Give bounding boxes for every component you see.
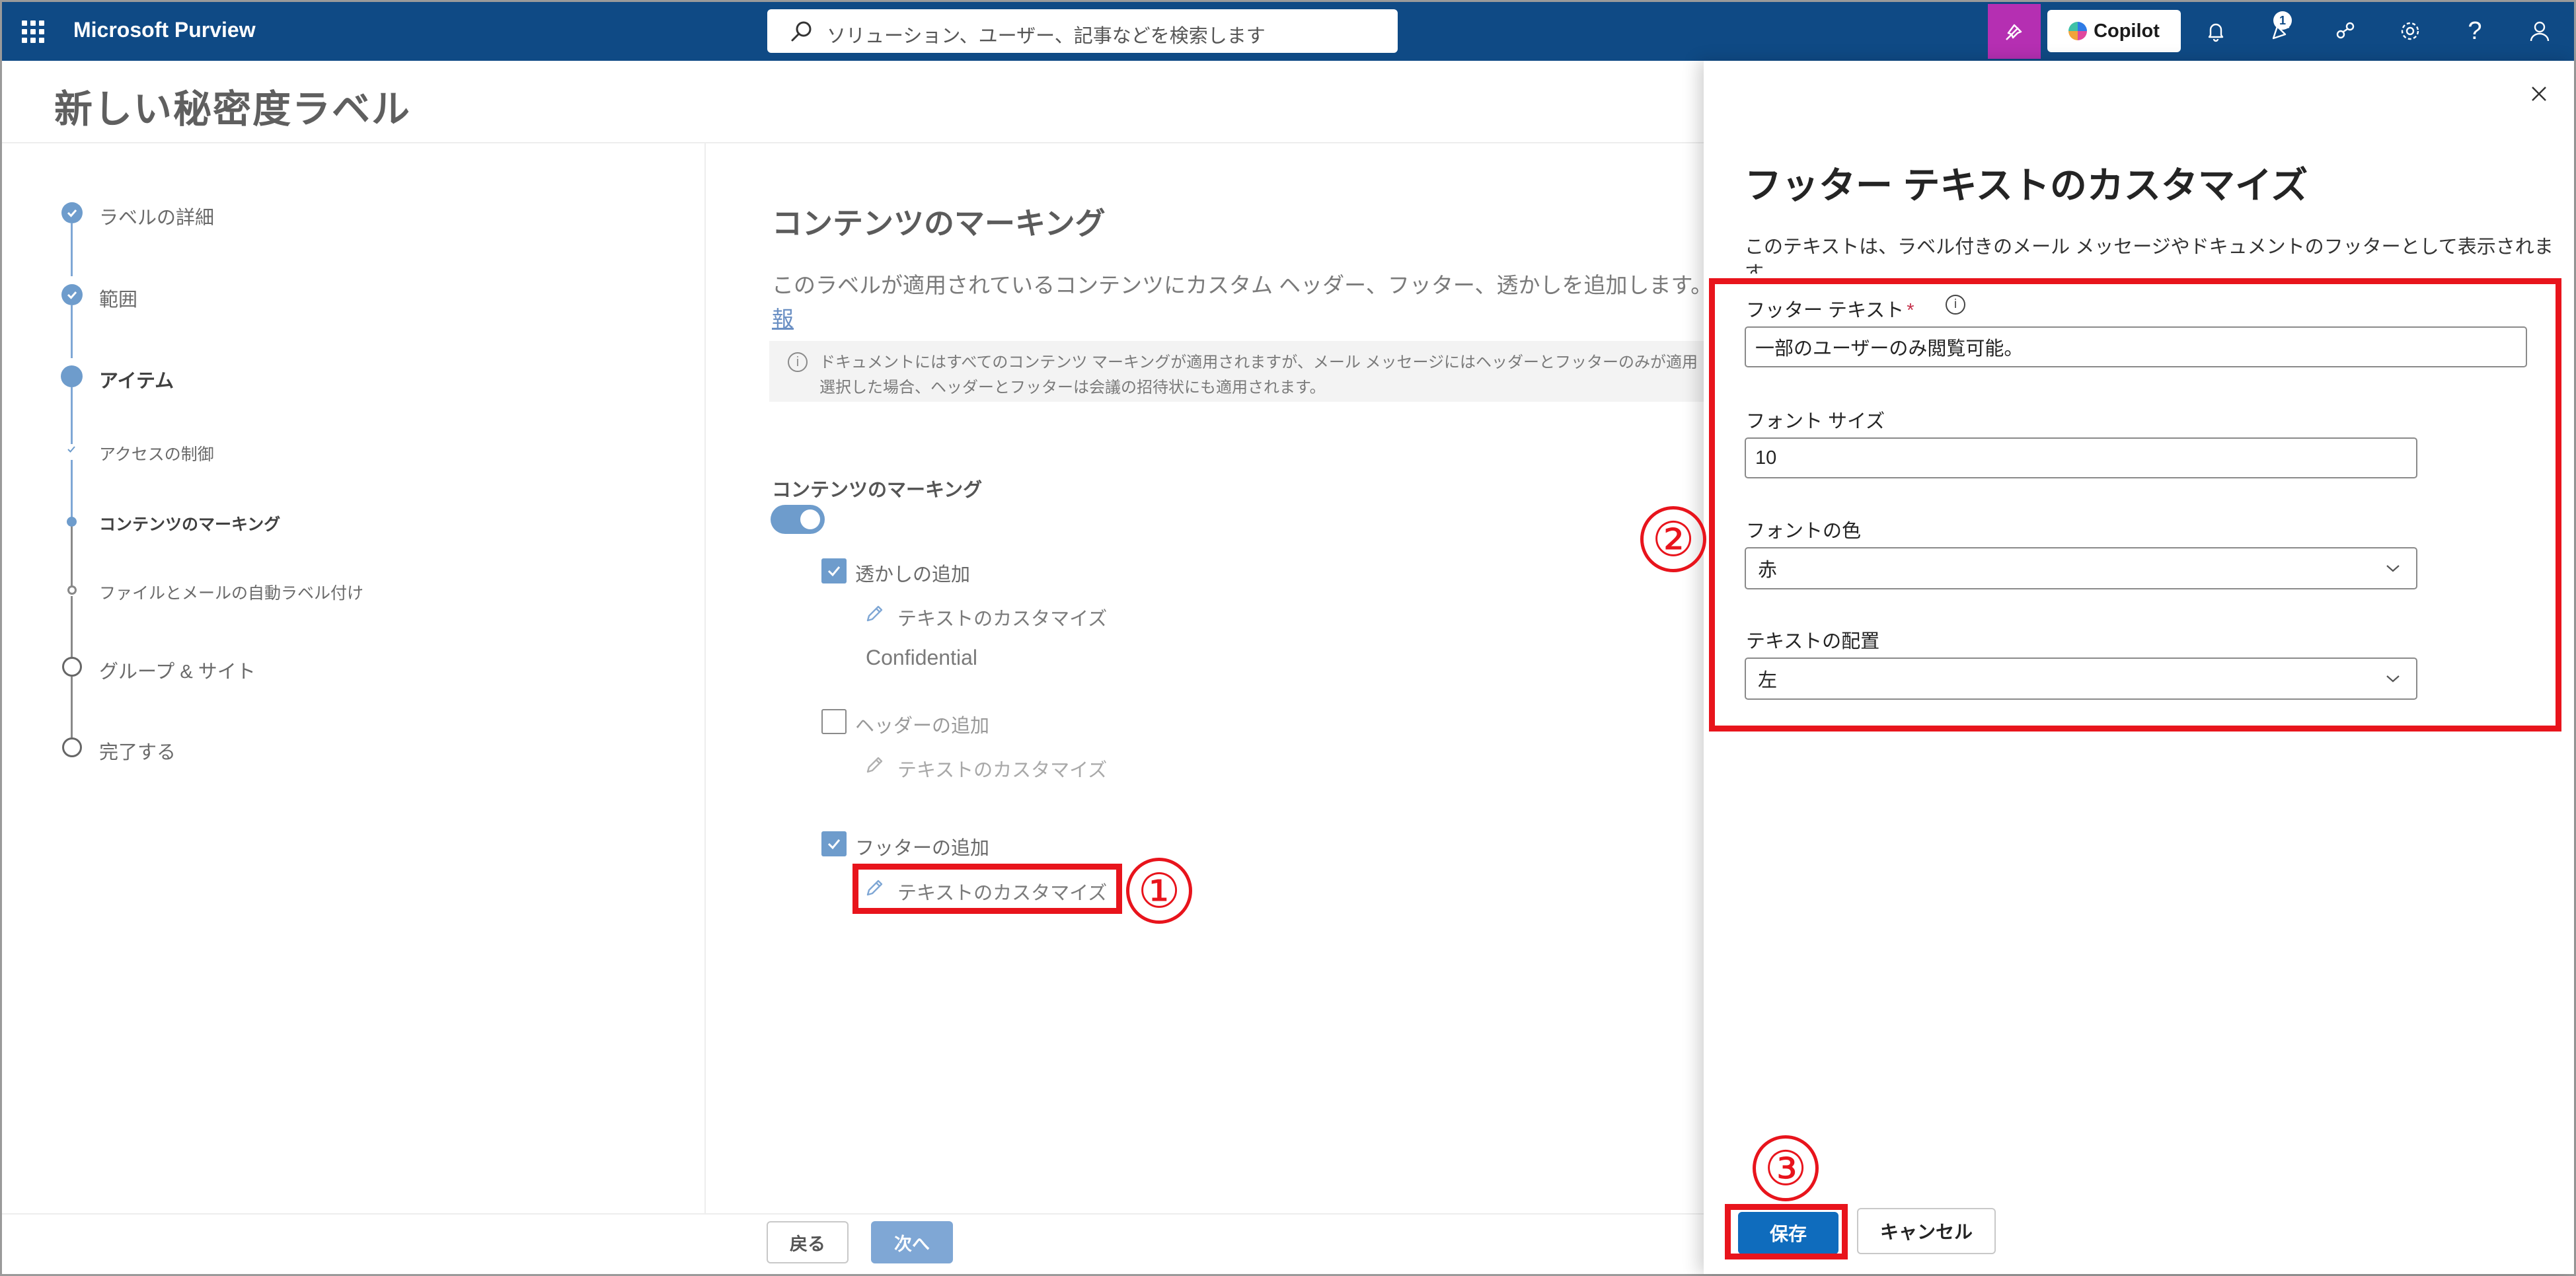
step-label-auto-labeling[interactable]: ファイルとメールの自動ラベル付け <box>99 580 363 604</box>
annotation-marker-3: ③ <box>1753 1135 1819 1201</box>
header-label: ヘッダーの追加 <box>855 716 990 737</box>
info-message-bar: i ドキュメントにはすべてのコンテンツ マーキングが適用されますが、メール メッ… <box>769 341 1704 402</box>
info-text-line-2: 選択した場合、ヘッダーとフッターは会議の招待状にも適用されます。 <box>819 379 1326 396</box>
panel-title: フッター テキストのカスタマイズ <box>1745 165 2308 206</box>
share-icon[interactable] <box>2330 15 2361 47</box>
search-box[interactable]: ソリューション、ユーザー、記事などを検索します <box>767 9 1398 53</box>
step-connector <box>71 526 73 587</box>
copilot-icon <box>2068 22 2088 40</box>
watermark-label: 透かしの追加 <box>855 564 971 585</box>
footer-divider <box>2 1213 1704 1215</box>
cancel-button[interactable]: キャンセル <box>1857 1208 1996 1254</box>
top-bar: Microsoft Purview ソリューション、ユーザー、記事などを検索しま… <box>2 2 2574 61</box>
close-icon[interactable] <box>2526 81 2552 107</box>
info-icon: i <box>788 352 808 372</box>
account-icon[interactable] <box>2524 15 2556 47</box>
copilot-label: Copilot <box>2094 20 2160 42</box>
content-marking-toggle-label: コンテンツのマーキング <box>772 480 983 501</box>
step-current-icon <box>61 365 83 387</box>
step-label-access-control[interactable]: アクセスの制御 <box>99 441 214 465</box>
footer-label: フッターの追加 <box>855 838 990 859</box>
step-label-details[interactable]: ラベルの詳細 <box>99 202 214 230</box>
page-title: 新しい秘密度ラベル <box>54 88 412 131</box>
step-complete-icon <box>61 202 83 223</box>
pin-icon-tile[interactable] <box>1988 4 2041 59</box>
step-pending-icon <box>62 737 82 757</box>
step-label-items[interactable]: アイテム <box>99 365 174 393</box>
step-connector <box>71 460 73 518</box>
step-connector <box>71 223 73 276</box>
section-heading: コンテンツのマーキング <box>772 206 1106 241</box>
info-text-line-1: ドキュメントにはすべてのコンテンツ マーキングが適用されますが、メール メッセー… <box>819 354 1698 371</box>
bell-icon[interactable] <box>2200 15 2232 47</box>
step-connector <box>71 677 73 737</box>
help-icon[interactable]: ? <box>2459 15 2491 47</box>
app-launcher-icon[interactable] <box>22 20 44 43</box>
step-label-finish[interactable]: 完了する <box>99 737 176 765</box>
panel-description: このテキストは、ラベル付きのメール メッセージやドキュメントのフッターとして表示… <box>1745 237 2554 258</box>
gear-icon[interactable] <box>2394 15 2426 47</box>
pencil-icon <box>866 605 883 622</box>
next-button[interactable]: 次へ <box>871 1221 953 1263</box>
stepper-divider <box>704 143 706 1214</box>
step-connector <box>71 387 73 444</box>
watermark-checkbox[interactable] <box>821 558 847 583</box>
annotation-marker-1: ① <box>1126 858 1192 924</box>
footer-checkbox[interactable] <box>821 831 847 856</box>
notification-badge: 1 <box>2273 11 2292 30</box>
watermark-text-value: Confidential <box>866 646 977 669</box>
step-label-scope[interactable]: 範囲 <box>99 284 137 312</box>
content-marking-toggle[interactable] <box>771 505 825 534</box>
step-pending-icon <box>62 657 82 677</box>
substep-current-icon <box>67 517 77 527</box>
copilot-button[interactable]: Copilot <box>2047 10 2181 52</box>
learn-more-link[interactable]: 報 <box>772 301 794 333</box>
step-label-content-marking[interactable]: コンテンツのマーキング <box>99 511 280 535</box>
search-placeholder: ソリューション、ユーザー、記事などを検索します <box>827 26 1266 47</box>
annotation-box-2 <box>1709 278 2561 732</box>
step-connector <box>71 305 73 358</box>
header-customize-link: テキストのカスタマイズ <box>897 760 1108 781</box>
pencil-icon <box>866 757 883 773</box>
substep-check-icon <box>66 444 77 455</box>
app-title[interactable]: Microsoft Purview <box>73 18 256 42</box>
watermark-customize-link[interactable]: テキストのカスタマイズ <box>897 603 1107 631</box>
annotation-box-3 <box>1725 1204 1848 1259</box>
header-checkbox[interactable] <box>821 709 847 734</box>
step-connector <box>71 596 73 657</box>
step-complete-icon <box>61 284 83 305</box>
title-divider <box>2 142 1704 143</box>
annotation-marker-2: ② <box>1640 506 1706 572</box>
section-description: このラベルが適用されているコンテンツにカスタム ヘッダー、フッター、透かしを追加… <box>772 273 1713 297</box>
substep-pending-icon <box>67 585 77 595</box>
search-icon <box>791 21 812 42</box>
panel-description-continued: す。 <box>1745 263 1782 274</box>
annotation-box-1 <box>852 864 1122 914</box>
pin-icon <box>2006 24 2022 40</box>
back-button[interactable]: 戻る <box>767 1221 849 1263</box>
step-label-groups-sites[interactable]: グループ & サイト <box>99 656 256 684</box>
